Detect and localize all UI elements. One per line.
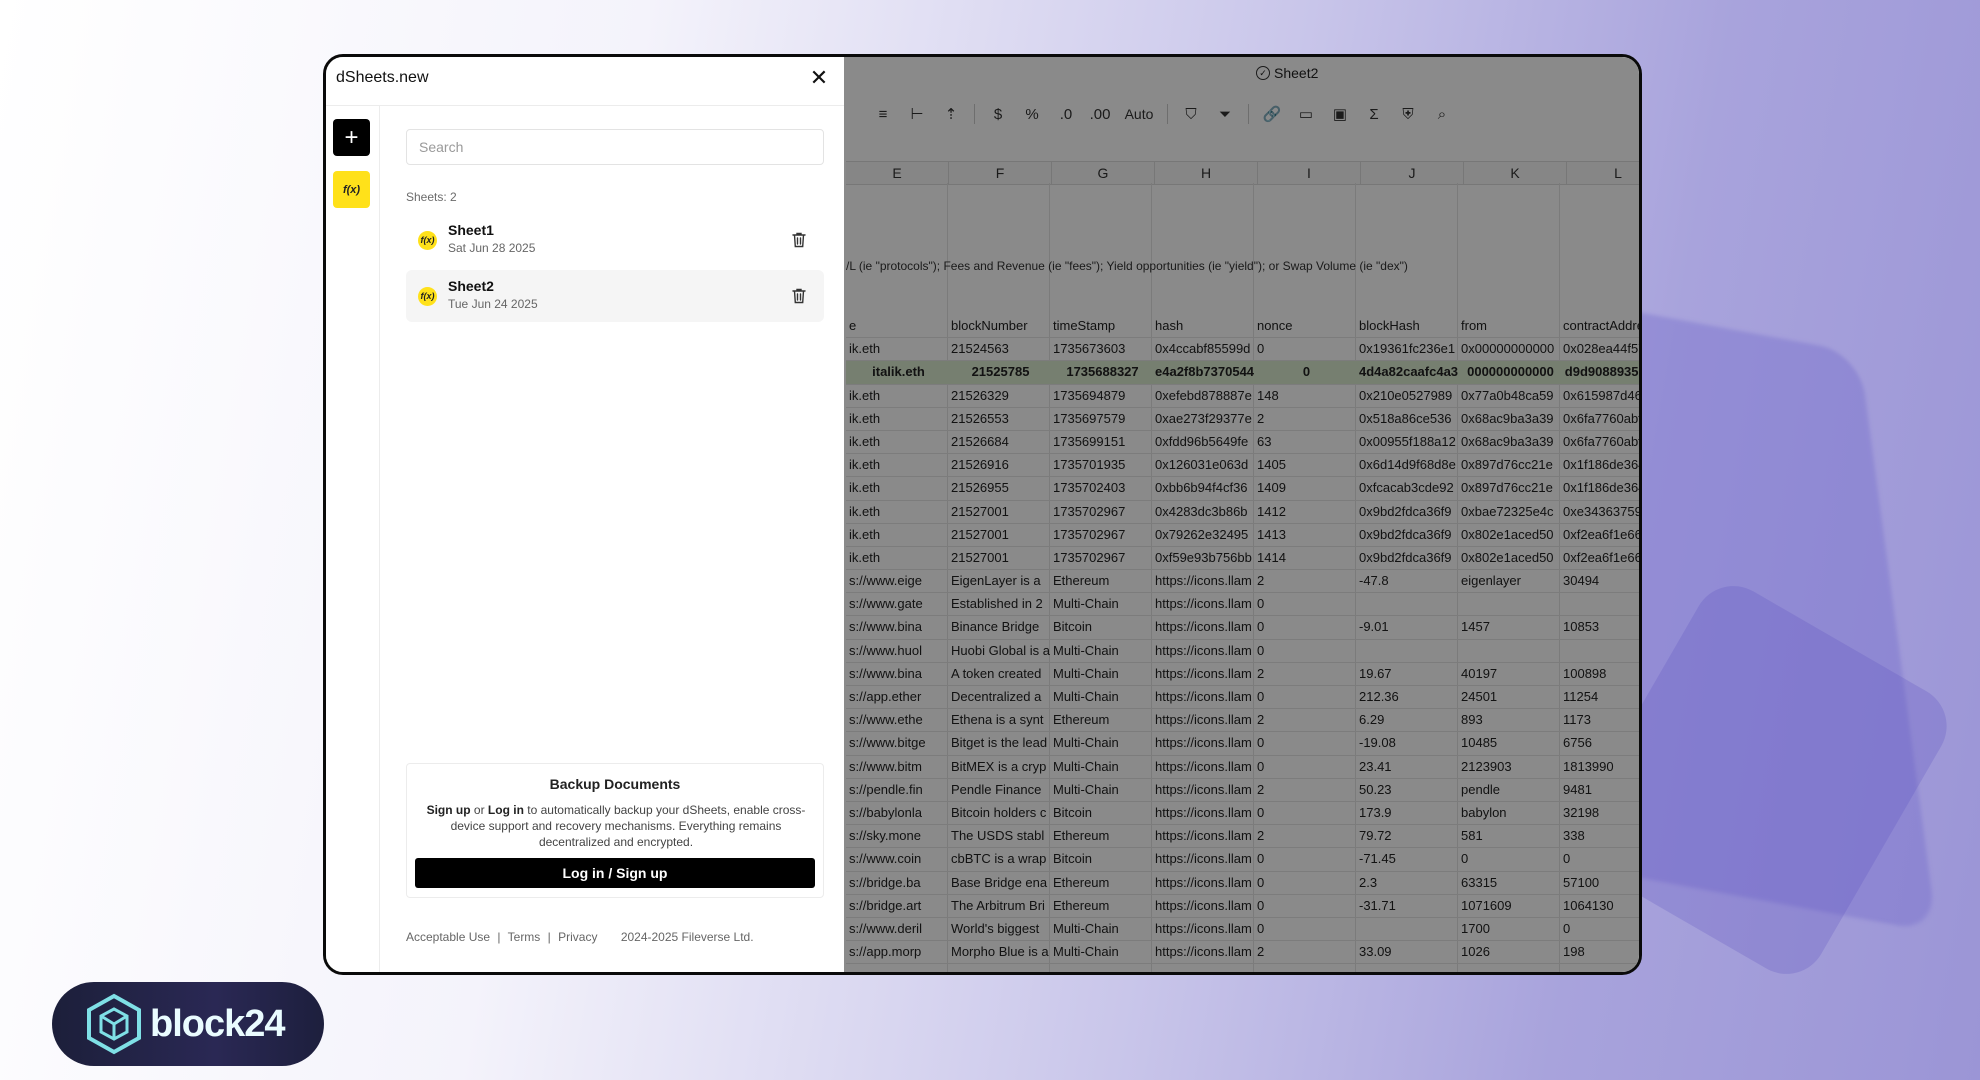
sheet-date: Tue Jun 24 2025 <box>448 297 538 311</box>
new-sheet-button[interactable]: + <box>333 119 370 156</box>
formula-button[interactable]: f(x) <box>333 171 370 208</box>
sheets-panel: dSheets.new ✕ + f(x) Sheets: 2 f(x) Shee… <box>326 57 844 972</box>
plus-icon: + <box>344 123 359 151</box>
sheet-list-item[interactable]: f(x) Sheet1 Sat Jun 28 2025 <box>406 214 824 266</box>
close-icon[interactable]: ✕ <box>806 65 832 91</box>
backup-description: Sign up or Log in to automatically backu… <box>426 803 806 849</box>
block24-cube-icon <box>87 993 141 1055</box>
signup-link[interactable]: Sign up <box>427 803 471 817</box>
sheet-name: Sheet2 <box>448 278 494 294</box>
panel-header: dSheets.new ✕ <box>326 57 844 106</box>
copyright: 2024-2025 Fileverse Ltd. <box>620 930 754 944</box>
logo-text: block24 <box>150 1002 286 1045</box>
login-link[interactable]: Log in <box>488 803 524 817</box>
search-input[interactable] <box>406 129 824 165</box>
formula-icon: f(x) <box>418 231 437 250</box>
panel-rail: + f(x) <box>326 105 380 972</box>
login-signup-button[interactable]: Log in / Sign up <box>415 858 815 888</box>
sheet-date: Sat Jun 28 2025 <box>448 241 536 255</box>
sheets-count: Sheets: 2 <box>406 190 457 204</box>
sheet-list-item[interactable]: f(x) Sheet2 Tue Jun 24 2025 <box>406 270 824 322</box>
block24-logo: block24 <box>52 982 324 1066</box>
formula-icon: f(x) <box>418 287 437 306</box>
app-title: dSheets.new <box>336 69 429 86</box>
backup-title: Backup Documents <box>549 776 681 792</box>
sheet-name: Sheet1 <box>448 222 494 238</box>
privacy-link[interactable]: Privacy <box>558 930 597 944</box>
acceptable-use-link[interactable]: Acceptable Use <box>406 930 490 944</box>
app-window: ✓ Sheet2 ≡ ⊢ ⇡ $ % .0 .00 Auto ⛉ ⏷ 🔗 ▭ ▣… <box>323 54 1642 975</box>
formula-icon: f(x) <box>342 183 361 196</box>
terms-link[interactable]: Terms <box>508 930 541 944</box>
trash-icon[interactable] <box>789 286 809 306</box>
backup-card: Backup Documents Sign up or Log in to au… <box>406 763 824 898</box>
trash-icon[interactable] <box>789 230 809 250</box>
panel-footer: Acceptable Use | Terms | Privacy 2024-20… <box>406 930 754 944</box>
